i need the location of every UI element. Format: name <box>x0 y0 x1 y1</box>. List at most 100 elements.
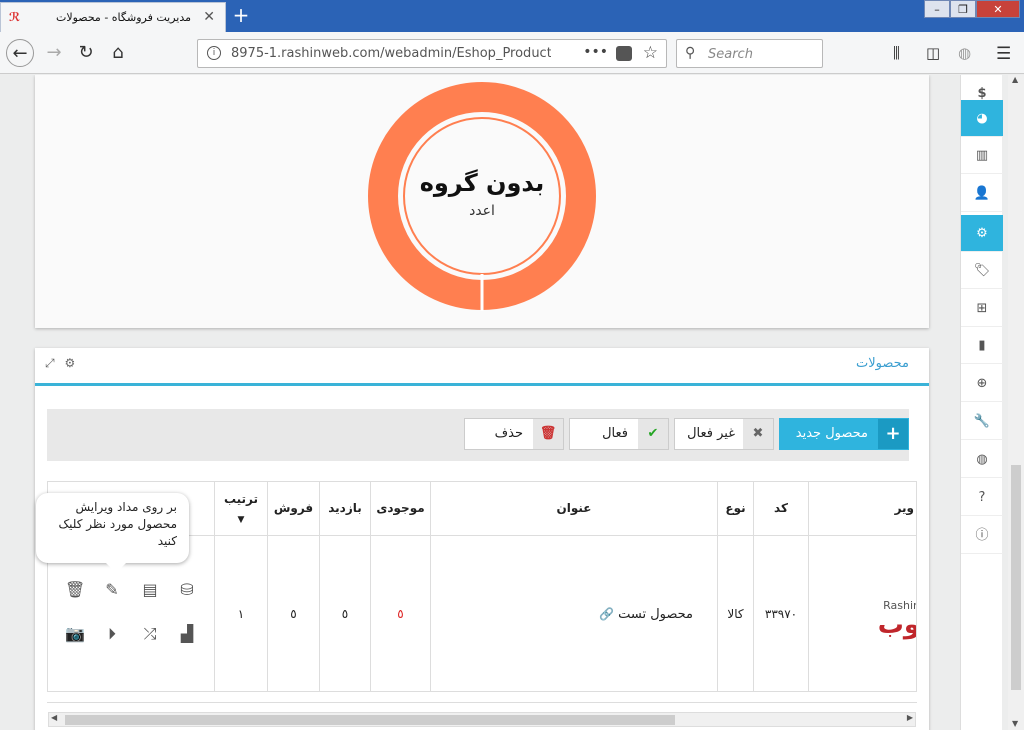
panel-title: محصولات <box>856 356 909 371</box>
library-icon[interactable]: ⫼ <box>893 44 900 62</box>
close-window-button[interactable]: ✕ <box>976 0 1020 18</box>
site-info-icon[interactable]: i <box>207 46 221 60</box>
pocket-icon[interactable] <box>616 46 632 61</box>
users-icon[interactable]: 👤 <box>961 175 1003 212</box>
settings-icon[interactable]: ⚙ <box>961 215 1003 252</box>
edit-pencil-icon[interactable]: ✎ <box>102 580 122 599</box>
url-text: 8975-1.rashinweb.com/webadmin/Eshop_Prod… <box>231 46 551 61</box>
panel-tools: ⤢ ⚙ <box>45 356 75 371</box>
order-cell: ١ <box>214 536 267 691</box>
code-cell: ۳۳۹۷۰ <box>753 536 808 691</box>
column-header[interactable]: نوع <box>717 482 753 536</box>
globe-icon[interactable]: ◍ <box>961 441 1003 478</box>
browser-tab[interactable]: ℛ مدیریت فروشگاه - محصولات ✕ <box>0 2 226 32</box>
scroll-down-icon[interactable]: ▼ <box>1012 719 1018 728</box>
restore-button[interactable]: ❐ <box>950 0 976 18</box>
x-icon: ✖ <box>743 419 773 449</box>
minimize-button[interactable]: – <box>924 0 950 18</box>
address-bar[interactable]: i 8975-1.rashinweb.com/webadmin/Eshop_Pr… <box>197 39 667 68</box>
link-icon[interactable]: 🔗 <box>599 607 614 621</box>
title-cell: محصول تست 🔗 <box>430 536 717 691</box>
forward-button[interactable]: → <box>40 39 68 67</box>
new-tab-button[interactable]: + <box>230 4 252 28</box>
stats-icon[interactable]: ▥ <box>961 137 1003 174</box>
menu-icon[interactable]: ☰ <box>996 44 1011 64</box>
shuffle-icon[interactable]: ⤮ <box>140 624 160 644</box>
page-actions-icon[interactable]: ••• <box>583 44 608 60</box>
details-icon[interactable]: ▤ <box>140 580 160 599</box>
active-label: فعال <box>602 426 628 441</box>
group-chart-panel: بدون گروه اعدد <box>35 75 929 328</box>
inactive-label: غیر فعال <box>687 426 735 441</box>
info-icon[interactable]: ⓘ <box>961 517 1003 554</box>
active-button[interactable]: ✔ فعال <box>569 418 669 450</box>
new-product-label: محصول جدید <box>795 426 868 441</box>
home-button[interactable]: ⌂ <box>104 39 132 67</box>
order-header-label: ترتیب <box>223 492 259 506</box>
zoom-icon[interactable]: ⊕ <box>961 365 1003 402</box>
play-icon[interactable]: ⏵ <box>102 624 122 644</box>
file-icon[interactable]: ▮ <box>961 327 1003 364</box>
check-icon: ✔ <box>638 419 668 449</box>
product-title[interactable]: محصول تست <box>618 607 693 622</box>
database-icon[interactable]: ⛁ <box>177 580 197 599</box>
globe-icon[interactable]: ◍ <box>958 44 971 62</box>
scroll-left-icon[interactable]: ◀ <box>51 713 57 722</box>
expand-icon[interactable]: ⤢ <box>45 356 55 370</box>
pie-chart-icon[interactable]: ◕ <box>961 100 1003 137</box>
search-placeholder: Search <box>708 47 753 62</box>
page-vertical-scrollbar[interactable]: ▲ ▼ <box>1008 75 1024 730</box>
panel-header: محصولات ⤢ ⚙ <box>35 348 929 386</box>
column-header[interactable]: عنوان <box>430 482 717 536</box>
reload-button[interactable]: ↻ <box>72 39 100 67</box>
tab-title: مدیریت فروشگاه - محصولات <box>55 11 191 24</box>
close-tab-icon[interactable]: ✕ <box>203 9 215 25</box>
column-header[interactable]: فروش <box>267 482 319 536</box>
table-horizontal-scrollbar[interactable]: ◀ ▶ <box>48 712 916 727</box>
admin-sidebar: $ ◕ ▥ 👤 ⚙ 🏷 ⊞ ▮ ⊕ 🔧 ◍ ? ⓘ <box>960 75 1003 730</box>
delete-label: حذف <box>494 426 523 441</box>
wrench-icon[interactable]: 🔧 <box>961 403 1003 440</box>
logo-big-text: وب <box>877 610 917 640</box>
bookmark-star-icon[interactable]: ☆ <box>643 43 658 63</box>
window-title-bar: ℛ مدیریت فروشگاه - محصولات ✕ + – ❐ ✕ <box>0 0 1024 32</box>
inactive-button[interactable]: ✖ غیر فعال <box>674 418 774 450</box>
camera-icon[interactable]: 📷 <box>65 624 85 643</box>
sidebar-toggle-icon[interactable]: ◫ <box>926 44 940 62</box>
column-header[interactable]: موجودی <box>370 482 430 536</box>
delete-button[interactable]: 🗑 حذف <box>464 418 564 450</box>
column-header[interactable]: بازدید <box>319 482 370 536</box>
new-product-button[interactable]: + محصول جدید <box>779 418 909 450</box>
windows-icon[interactable]: ⊞ <box>961 290 1003 327</box>
tags-icon[interactable]: 🏷 <box>961 252 1003 289</box>
column-header-order[interactable]: ترتیب ▼ <box>214 482 267 536</box>
sales-cell: ٥ <box>267 536 319 691</box>
products-toolbar: + محصول جدید ✖ غیر فعال ✔ فعال 🗑 حذف <box>47 409 909 461</box>
site-favicon-icon: ℛ <box>9 10 21 24</box>
plus-icon: + <box>878 419 908 449</box>
donut-chart: بدون گروه اعدد <box>368 82 596 311</box>
chart-title: بدون گروه <box>420 169 545 197</box>
search-icon: ⚲ <box>685 45 696 61</box>
column-header[interactable]: وير <box>808 482 916 536</box>
help-icon[interactable]: ? <box>961 479 1003 516</box>
bar-chart-icon[interactable]: ▟ <box>177 624 197 643</box>
scroll-right-icon[interactable]: ▶ <box>907 713 913 722</box>
table-bottom-border <box>47 702 917 703</box>
window-controls: – ❐ ✕ <box>924 0 1020 20</box>
delete-icon[interactable]: 🗑 <box>65 580 85 599</box>
stock-cell: ٥ <box>370 536 430 691</box>
scroll-up-icon[interactable]: ▲ <box>1012 75 1018 84</box>
scroll-thumb[interactable] <box>65 715 675 725</box>
trash-icon: 🗑 <box>533 419 563 449</box>
column-header[interactable]: کد <box>753 482 808 536</box>
sort-caret-icon: ▼ <box>237 515 245 525</box>
vertical-scroll-thumb[interactable] <box>1011 465 1021 690</box>
edit-tooltip: بر روی مداد ویرایش محصول مورد نظر کلیک ک… <box>36 493 189 573</box>
back-button[interactable]: ← <box>6 39 34 67</box>
logo-cell: Rashin وب <box>808 536 917 691</box>
settings-icon[interactable]: ⚙ <box>64 356 75 370</box>
type-cell: کالا <box>717 536 753 691</box>
search-input[interactable]: ⚲ Search <box>676 39 823 68</box>
page-content: بدون گروه اعدد محصولات ⤢ ⚙ + محصول جدید … <box>0 75 960 730</box>
